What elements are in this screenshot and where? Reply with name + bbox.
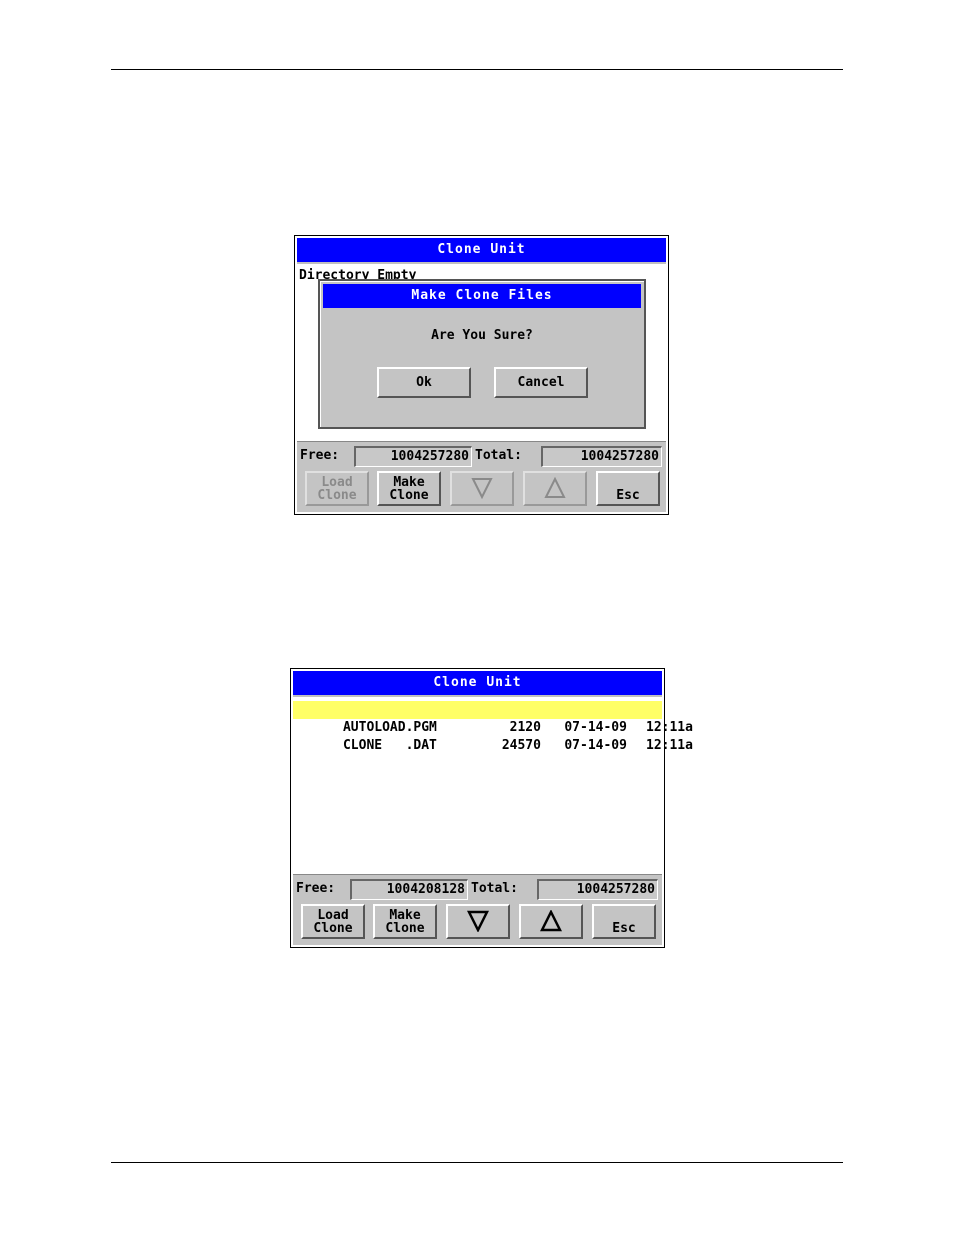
esc-label: Esc [616, 488, 640, 503]
load-line2: Clone [317, 488, 357, 503]
header-rule [111, 69, 843, 70]
cancel-button[interactable]: Cancel [494, 367, 588, 398]
esc-button[interactable]: Esc [596, 471, 660, 506]
file-row[interactable]: AUTOLOAD.PGM 2120 07-14-09 12:11a [293, 701, 693, 735]
status-button-bar: Free: 1004257280 Total: 1004257280 Load C… [297, 441, 666, 512]
scroll-up-button[interactable] [523, 471, 587, 506]
total-value: 1004257280 [541, 446, 662, 467]
dialog-message: Are You Sure? [431, 328, 533, 343]
scroll-up-button[interactable] [519, 904, 583, 939]
file-name: CLONE .DAT [342, 738, 437, 753]
total-label: Total: [471, 881, 518, 896]
total-value: 1004257280 [537, 879, 658, 900]
clone-unit-screen-confirm: Clone Unit Directory Empty Make Clone Fi… [294, 235, 669, 515]
free-value: 1004257280 [354, 446, 472, 467]
status-button-bar: Free: 1004208128 Total: 1004257280 Load C… [293, 874, 662, 945]
free-value: 1004208128 [350, 879, 468, 900]
free-label: Free: [296, 881, 336, 896]
triangle-up-icon [544, 477, 566, 498]
file-time: 12:11a [646, 738, 693, 753]
make-clone-button[interactable]: Make Clone [377, 471, 441, 506]
clone-unit-screen-files: Clone Unit AUTOLOAD.PGM 2120 07-14-09 12:11… [290, 668, 693, 948]
file-time: 12:11a [646, 720, 693, 735]
esc-button[interactable]: Esc [592, 904, 656, 939]
make-line2: Clone [385, 921, 425, 936]
ok-button[interactable]: Ok [377, 367, 471, 398]
file-name: AUTOLOAD.PGM [342, 720, 437, 735]
triangle-up-icon [540, 910, 562, 932]
file-date: 07-14-09 [564, 738, 627, 753]
file-date: 07-14-09 [564, 720, 627, 735]
total-label: Total: [475, 448, 522, 463]
make-line2: Clone [389, 488, 429, 503]
dialog-title: Make Clone Files [323, 284, 641, 308]
file-list: AUTOLOAD.PGM 2120 07-14-09 12:11a CLONE .DA… [293, 701, 693, 753]
screen-title: Clone Unit [293, 671, 662, 697]
make-clone-button[interactable]: Make Clone [373, 904, 437, 939]
load-line2: Clone [313, 921, 353, 936]
esc-label: Esc [612, 921, 636, 936]
scroll-down-button[interactable] [446, 904, 510, 939]
file-size: 2120 [509, 720, 541, 735]
free-label: Free: [300, 448, 340, 463]
scroll-down-button[interactable] [450, 471, 514, 506]
file-size: 24570 [501, 738, 541, 753]
screen-title: Clone Unit [297, 238, 666, 264]
triangle-down-icon [471, 478, 493, 499]
load-clone-button[interactable]: Load Clone [301, 904, 365, 939]
load-clone-button[interactable]: Load Clone [305, 471, 369, 506]
make-clone-dialog: Make Clone Files Are You Sure? Ok Cancel [318, 279, 646, 429]
triangle-down-icon [467, 910, 489, 932]
footer-rule [111, 1162, 843, 1163]
